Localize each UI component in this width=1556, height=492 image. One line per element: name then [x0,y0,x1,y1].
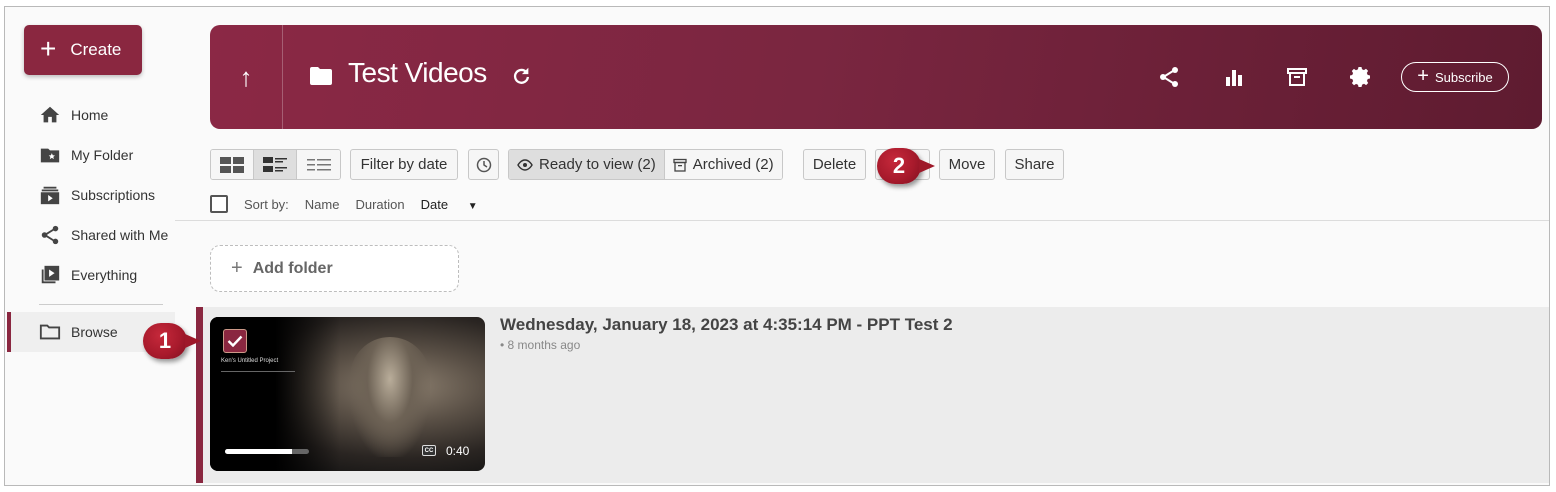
clock-icon [476,157,491,172]
share-button[interactable]: Share [1005,149,1064,180]
archived-tab[interactable]: Archived (2) [664,150,782,179]
sidebar-item-label: My Folder [71,147,134,163]
select-all-checkbox[interactable] [210,195,228,213]
closed-captions-icon: CC [422,445,436,456]
filter-by-date-button[interactable]: Filter by date [350,149,458,180]
create-label: Create [70,40,122,59]
session-thumbnail[interactable]: Ken's Untitled Project CC 0:40 [210,317,485,471]
ready-to-view-tab[interactable]: Ready to view (2) [509,150,665,179]
play-library-icon [41,265,60,284]
archived-label: Archived (2) [692,156,774,173]
view-mode-toggle [210,149,341,180]
thumbnail-figure [350,337,430,457]
folder-icon [310,67,332,85]
sort-bar: Sort by: Name Duration Date ▼ [210,195,510,213]
page-title: Test Videos [348,57,487,88]
sidebar-item-home[interactable]: Home [9,95,179,135]
move-button[interactable]: Move [939,149,995,180]
add-folder-button[interactable]: + Add folder [210,245,459,292]
sidebar-item-label: Browse [71,324,118,340]
share-icon [41,225,59,245]
refresh-icon[interactable] [510,65,532,87]
archive-icon[interactable] [1285,65,1309,89]
up-arrow-icon: ↑ [239,61,253,92]
session-checkbox[interactable] [223,329,247,353]
add-folder-label: Add folder [252,259,333,277]
sort-date-label: Date [420,196,449,212]
caret-down-icon: ▼ [467,200,478,212]
subscriptions-icon [40,186,60,205]
ready-to-view-label: Ready to view (2) [539,156,656,173]
eye-icon [517,158,533,171]
subscribe-label: Subscribe [1434,69,1493,85]
folder-header: ↑ Test Videos + Subscribe [210,25,1542,129]
sidebar-item-subscriptions[interactable]: Subscriptions [9,175,179,215]
share-label: Share [1014,156,1055,173]
plus-icon: + [231,257,243,279]
sidebar-divider [39,304,163,305]
detail-view-button[interactable] [254,150,297,179]
session-meta: • 8 months ago [500,338,581,352]
sidebar-item-everything[interactable]: Everything [9,255,179,295]
parent-folder-button[interactable]: ↑ [210,25,283,129]
callout-1: 1 [143,323,201,359]
sort-name-option[interactable]: Name [305,197,340,212]
star-folder-icon [40,148,60,163]
archive-icon [673,158,687,172]
app-window: + Create Home My Folder Subscriptions Sh… [4,6,1550,486]
share-icon[interactable] [1157,65,1181,89]
folder-icon [39,324,61,340]
sidebar-nav: Home My Folder Subscriptions Shared with… [9,95,179,295]
delete-label: Delete [812,156,857,173]
plus-icon: + [40,32,57,64]
grid-view-button[interactable] [211,150,254,179]
duration-label: 0:40 [446,444,470,458]
watch-progress-fill [225,449,293,454]
plus-icon: + [1417,65,1429,87]
session-title[interactable]: Wednesday, January 18, 2023 at 4:35:14 P… [500,315,953,335]
sidebar-item-label: Everything [71,267,138,283]
filter-by-date-label: Filter by date [360,156,448,173]
home-icon [40,106,60,123]
delete-button[interactable]: Delete [803,149,866,180]
create-button[interactable]: + Create [24,25,142,75]
sidebar-item-label: Home [71,107,109,123]
status-filter: Ready to view (2) Archived (2) [508,149,783,180]
thumbnail-caption-underline [221,371,295,372]
sidebar-item-shared-with-me[interactable]: Shared with Me [9,215,179,255]
sort-by-label: Sort by: [244,196,289,212]
subscribe-button[interactable]: + Subscribe [1401,62,1509,92]
watch-progress-bar [225,449,309,454]
list-view-button[interactable] [297,150,340,179]
move-label: Move [948,156,986,173]
divider [175,220,1549,221]
checkmark-icon [227,335,243,347]
sort-duration-option[interactable]: Duration [355,197,404,212]
stats-icon[interactable] [1222,65,1246,89]
sidebar-item-label: Shared with Me [71,227,169,243]
grid-view-icon [220,156,244,173]
sidebar-item-my-folder[interactable]: My Folder [9,135,179,175]
list-view-icon [306,158,331,170]
gear-icon[interactable] [1349,65,1373,89]
thumbnail-caption: Ken's Untitled Project [221,358,279,364]
sort-date-option[interactable]: Date ▼ [421,197,494,212]
history-button[interactable] [468,149,499,180]
detail-view-icon [263,156,287,172]
callout-2: 2 [877,148,935,184]
sidebar-item-label: Subscriptions [71,187,156,203]
